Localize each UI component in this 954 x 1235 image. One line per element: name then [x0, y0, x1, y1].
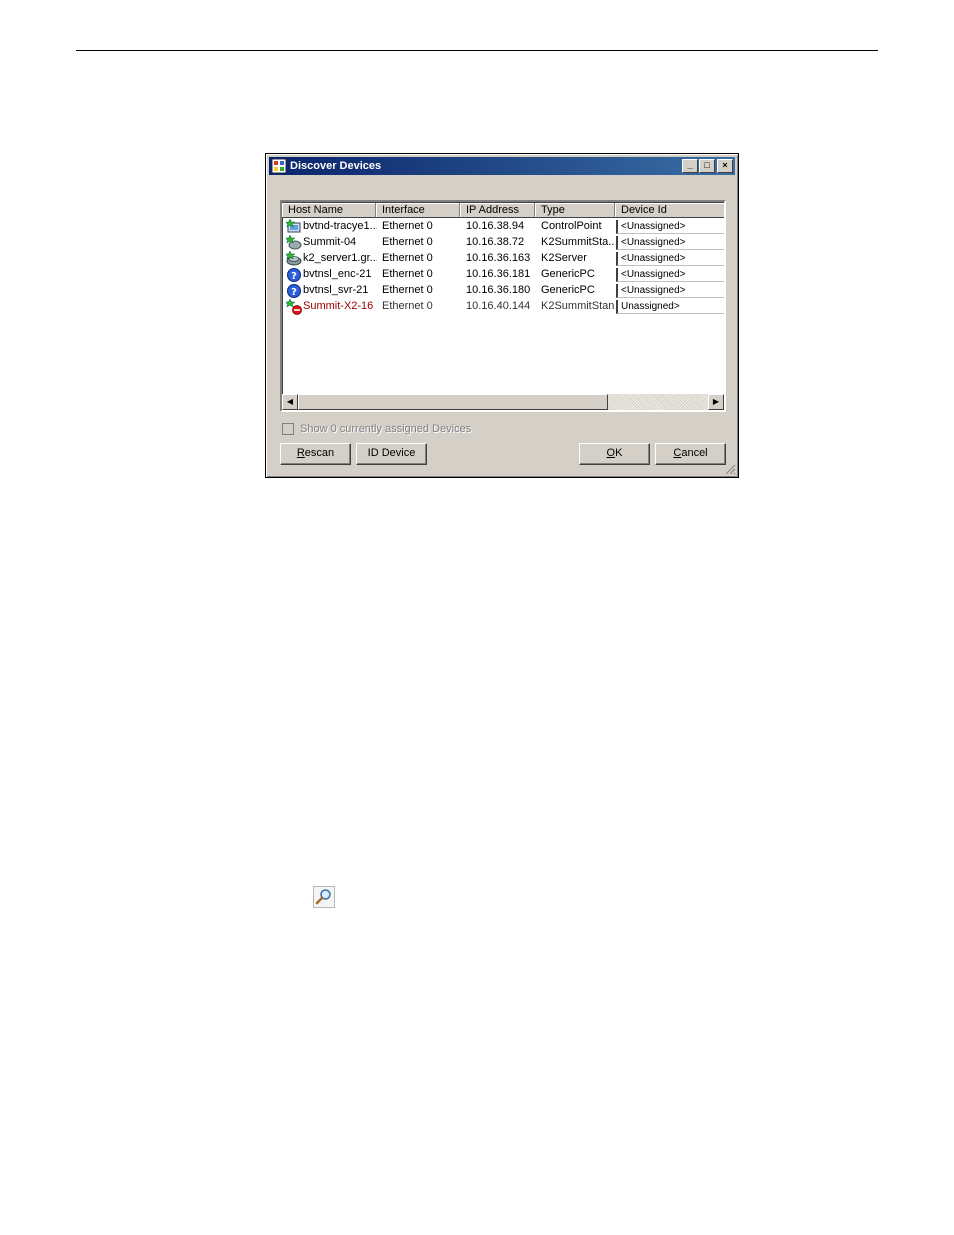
k2-server-icon [286, 251, 302, 266]
interface: Ethernet 0 [382, 284, 433, 296]
host-name: bvtnsl_svr-21 [303, 284, 369, 296]
device-row[interactable]: ? bvtnsl_enc-21 Ethernet 0 10.16.36.181 … [282, 267, 724, 283]
page-header-rule [76, 50, 878, 51]
generic-pc-icon: ? [287, 284, 301, 298]
id-device-button[interactable]: ID Device [356, 443, 427, 465]
device-type: GenericPC [541, 268, 595, 280]
k2-summit-icon [286, 235, 302, 250]
magnifier-icon [313, 886, 335, 908]
ok-button[interactable]: OK [579, 443, 650, 465]
ip-address: 10.16.38.72 [466, 236, 525, 248]
interface: Ethernet 0 [382, 300, 433, 312]
discover-devices-dialog: Discover Devices _ □ × Host Name Interfa… [265, 153, 739, 478]
device-row[interactable]: Summit-04 Ethernet 0 10.16.38.72 K2Summi… [282, 235, 724, 251]
title-bar[interactable]: Discover Devices _ □ × [269, 157, 735, 175]
maximize-button[interactable]: □ [699, 159, 715, 173]
column-header-ip-address[interactable]: IP Address [460, 203, 535, 218]
device-type: GenericPC [541, 284, 595, 296]
ip-address: 10.16.36.180 [466, 284, 531, 296]
device-id-field[interactable]: <Unassigned> [616, 284, 724, 298]
cancel-button[interactable]: Cancel [655, 443, 726, 465]
device-type: K2SummitSta... [541, 236, 615, 248]
interface: Ethernet 0 [382, 220, 433, 232]
interface: Ethernet 0 [382, 236, 433, 248]
devices-list[interactable]: Host Name Interface IP Address Type Devi… [280, 200, 726, 412]
host-name: Summit-X2-16 [303, 300, 374, 312]
device-id-field[interactable]: Unassigned> [616, 300, 724, 314]
ip-address: 10.16.36.181 [466, 268, 531, 280]
column-header-type[interactable]: Type [535, 203, 615, 218]
control-point-icon [286, 219, 301, 233]
device-row[interactable]: k2_server1.gr... Ethernet 0 10.16.36.163… [282, 251, 724, 267]
horizontal-scrollbar[interactable]: ◀ ▶ [282, 394, 724, 410]
show-assigned-checkbox[interactable] [282, 423, 294, 435]
host-name: Summit-04 [303, 236, 357, 248]
column-header-host-name[interactable]: Host Name [282, 203, 376, 218]
device-row[interactable]: Summit-X2-16 Ethernet 0 10.16.40.144 K2S… [282, 299, 724, 315]
device-type: K2Server [541, 252, 587, 264]
resize-grip-icon[interactable] [724, 463, 736, 475]
host-name: bvtnd-tracye1... [303, 220, 377, 232]
host-name: bvtnsl_enc-21 [303, 268, 372, 280]
show-assigned-label: Show 0 currently assigned Devices [300, 423, 472, 435]
column-header-device-id[interactable]: Device Id [615, 203, 724, 218]
k2-summit-offline-icon [286, 299, 302, 315]
device-type: K2SummitStan [541, 300, 615, 312]
scroll-thumb[interactable] [298, 394, 608, 410]
device-id-field[interactable]: <Unassigned> [616, 252, 724, 266]
ip-address: 10.16.36.163 [466, 252, 531, 264]
ip-address: 10.16.38.94 [466, 220, 525, 232]
svg-text:?: ? [291, 287, 297, 298]
device-id-field[interactable]: <Unassigned> [616, 268, 724, 282]
host-name: k2_server1.gr... [303, 252, 377, 264]
dialog-title: Discover Devices [290, 160, 382, 172]
close-button[interactable]: × [717, 159, 733, 173]
scroll-left-button[interactable]: ◀ [282, 394, 298, 410]
interface: Ethernet 0 [382, 252, 433, 264]
device-id-field[interactable]: <Unassigned> [616, 220, 724, 234]
column-header-interface[interactable]: Interface [376, 203, 460, 218]
list-header: Host Name Interface IP Address Type Devi… [282, 203, 724, 219]
rescan-button[interactable]: Rescan [280, 443, 351, 465]
device-row[interactable]: bvtnd-tracye1... Ethernet 0 10.16.38.94 … [282, 219, 724, 235]
generic-pc-icon: ? [287, 268, 301, 282]
ip-address: 10.16.40.144 [466, 300, 531, 312]
svg-text:?: ? [291, 271, 297, 282]
device-type: ControlPoint [541, 220, 602, 232]
device-id-field[interactable]: <Unassigned> [616, 236, 724, 250]
device-row[interactable]: ? bvtnsl_svr-21 Ethernet 0 10.16.36.180 … [282, 283, 724, 299]
interface: Ethernet 0 [382, 268, 433, 280]
app-window-icon [272, 159, 286, 173]
scroll-right-button[interactable]: ▶ [708, 394, 724, 410]
minimize-button[interactable]: _ [682, 159, 698, 173]
